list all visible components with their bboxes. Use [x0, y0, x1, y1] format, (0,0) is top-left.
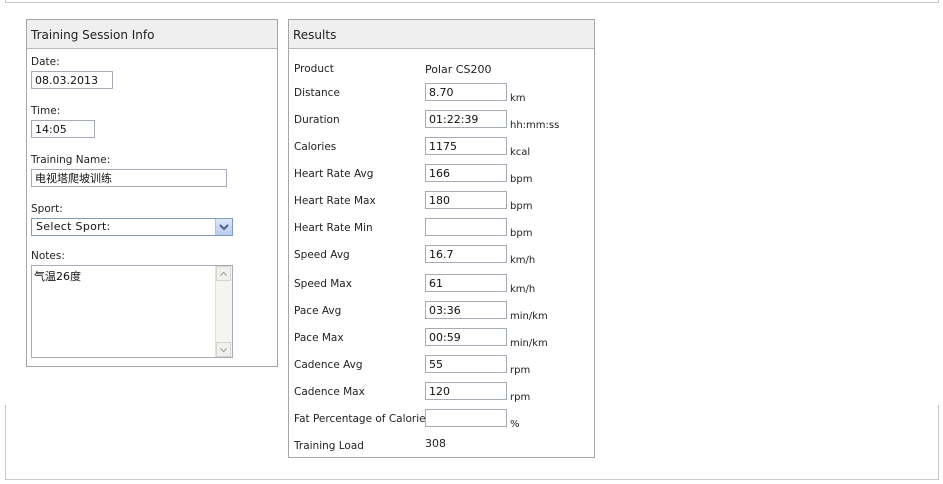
heart-rate-avg-label: Heart Rate Avg [294, 168, 374, 180]
heart-rate-avg-unit: bpm [510, 174, 533, 185]
fat-percentage-label: Fat Percentage of Calories [294, 413, 432, 425]
calories-input[interactable] [425, 137, 507, 155]
pace-max-label: Pace Max [294, 332, 344, 344]
pace-max-unit: min/km [510, 338, 548, 349]
distance-label: Distance [294, 87, 340, 99]
fat-percentage-unit: % [510, 419, 520, 430]
sport-select[interactable]: Select Sport: [31, 218, 233, 236]
results-panel: Results Product Polar CS200 Distance km … [288, 19, 595, 458]
product-label: Product [294, 63, 334, 75]
heart-rate-avg-input[interactable] [425, 164, 507, 182]
chevron-down-icon[interactable] [215, 219, 232, 235]
cadence-max-unit: rpm [510, 392, 531, 403]
notes-textarea[interactable]: 气温26度 [31, 265, 233, 358]
speed-avg-input[interactable] [425, 245, 507, 263]
sport-selected-value: Select Sport: [36, 220, 111, 233]
fat-percentage-input[interactable] [425, 409, 507, 427]
training-load-label: Training Load [294, 440, 364, 452]
duration-input[interactable] [425, 110, 507, 128]
calories-label: Calories [294, 141, 337, 153]
notes-scrollbar[interactable] [215, 266, 232, 357]
heart-rate-min-input[interactable] [425, 218, 507, 236]
heart-rate-min-label: Heart Rate Min [294, 222, 373, 234]
results-panel-title: Results [289, 20, 594, 49]
training-load-value: 308 [425, 437, 446, 450]
speed-max-input[interactable] [425, 274, 507, 292]
outer-frame-top [5, 0, 939, 3]
heart-rate-max-input[interactable] [425, 191, 507, 209]
cadence-max-label: Cadence Max [294, 386, 365, 398]
date-input[interactable] [31, 71, 113, 89]
pace-avg-input[interactable] [425, 301, 507, 319]
time-label: Time: [31, 105, 61, 117]
speed-avg-label: Speed Avg [294, 249, 350, 261]
notes-label: Notes: [31, 250, 65, 262]
speed-avg-unit: km/h [510, 255, 536, 266]
training-name-label: Training Name: [31, 154, 111, 166]
date-label: Date: [31, 56, 60, 68]
pace-avg-label: Pace Avg [294, 305, 342, 317]
cadence-avg-unit: rpm [510, 365, 531, 376]
product-value: Polar CS200 [425, 63, 492, 76]
duration-label: Duration [294, 114, 340, 126]
pace-avg-unit: min/km [510, 311, 548, 322]
duration-unit: hh:mm:ss [510, 120, 560, 131]
notes-text: 气温26度 [34, 270, 81, 283]
training-name-input[interactable] [31, 169, 227, 187]
distance-unit: km [510, 93, 526, 104]
distance-input[interactable] [425, 83, 507, 101]
cadence-avg-label: Cadence Avg [294, 359, 363, 371]
time-input[interactable] [31, 120, 95, 138]
heart-rate-max-label: Heart Rate Max [294, 195, 376, 207]
sport-label: Sport: [31, 203, 63, 215]
cadence-avg-input[interactable] [425, 355, 507, 373]
scroll-up-arrow-icon[interactable] [216, 266, 231, 281]
pace-max-input[interactable] [425, 328, 507, 346]
speed-max-label: Speed Max [294, 278, 352, 290]
heart-rate-min-unit: bpm [510, 228, 533, 239]
cadence-max-input[interactable] [425, 382, 507, 400]
session-panel-title: Training Session Info [27, 20, 277, 49]
calories-unit: kcal [510, 147, 531, 158]
heart-rate-max-unit: bpm [510, 201, 533, 212]
training-session-panel: Training Session Info Date: Time: Traini… [26, 19, 278, 367]
scroll-down-arrow-icon[interactable] [216, 342, 231, 357]
speed-max-unit: km/h [510, 284, 536, 295]
